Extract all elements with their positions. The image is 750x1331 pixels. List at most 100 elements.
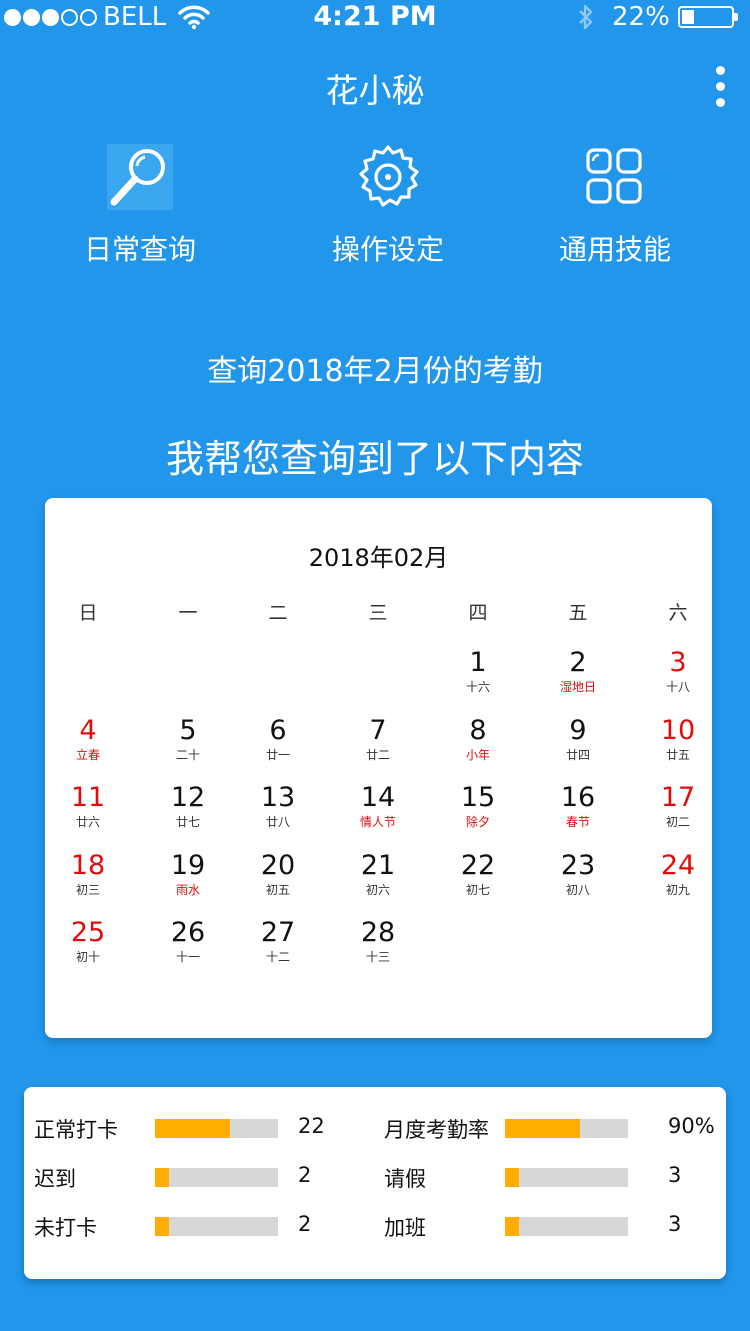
day-number: 18 [70, 849, 106, 881]
day-number: 5 [179, 714, 197, 746]
stat-label: 未打卡 [34, 1216, 97, 1240]
stat-value: 2 [298, 1163, 312, 1187]
attendance-calendar: 2018年02月 日一二三四五六 1 十六 2 湿地日 3 十八 4 立春 5 二十 6 廿一 7 廿二 8 小… [45, 498, 712, 1038]
calendar-day[interactable]: 15 除夕 [435, 783, 521, 843]
weekday-header: 二 [268, 602, 288, 624]
day-number: 20 [260, 849, 296, 881]
stat-label: 请假 [384, 1167, 426, 1191]
calendar-day[interactable]: 21 初六 [335, 850, 421, 911]
calendar-day[interactable]: 16 春节 [535, 783, 621, 843]
battery-percent: 22% [612, 2, 670, 32]
lunar-date: 廿五 [665, 747, 690, 762]
calendar-day[interactable]: 19 雨水 [145, 850, 231, 911]
day-number: 3 [669, 647, 687, 678]
calendar-day[interactable]: 10 廿五 [635, 714, 721, 776]
calendar-day[interactable]: 18 初三 [45, 849, 131, 911]
calendar-day[interactable]: 1 十六 [435, 648, 521, 708]
day-number: 14 [360, 782, 396, 813]
calendar-day[interactable]: 3 十八 [635, 648, 721, 708]
lunar-date: 初九 [665, 882, 690, 897]
calendar-day[interactable]: 22 初七 [435, 849, 521, 911]
calendar-day[interactable]: 7 廿二 [335, 715, 421, 776]
calendar-day[interactable]: 9 廿四 [535, 714, 621, 776]
day-number: 23 [560, 849, 596, 881]
weekday-header: 一 [178, 602, 198, 624]
day-number: 1 [469, 647, 487, 678]
calendar-day[interactable]: 26 十一 [145, 918, 231, 978]
calendar-day[interactable]: 12 廿七 [145, 783, 231, 843]
shortcut-label: 操作设定 [331, 233, 444, 266]
calendar-day[interactable]: 11 廿六 [45, 783, 131, 843]
stat-label: 正常打卡 [34, 1118, 118, 1142]
stat-bar-track [505, 1217, 628, 1236]
day-number: 8 [469, 714, 487, 746]
lunar-date: 初七 [465, 882, 490, 897]
festival-label: 除夕 [465, 815, 490, 829]
festival-label: 春节 [565, 815, 590, 829]
stat-label: 加班 [384, 1216, 426, 1240]
gear-icon [355, 144, 421, 210]
stat-row: 月度考勤率 90% [384, 1114, 724, 1144]
calendar-day[interactable]: 8 小年 [435, 714, 521, 776]
lunar-date: 初十 [75, 950, 100, 964]
calendar-day[interactable]: 5 二十 [145, 714, 231, 776]
lunar-date: 初八 [565, 882, 590, 897]
day-number: 27 [260, 917, 296, 948]
app-title: 花小秘 [325, 71, 425, 110]
festival-label: 情人节 [359, 815, 396, 829]
stat-value: 90% [668, 1114, 715, 1138]
calendar-day[interactable]: 2 湿地日 [535, 648, 621, 708]
day-number: 4 [79, 714, 97, 746]
lunar-date: 十一 [175, 950, 200, 964]
stat-label: 迟到 [34, 1167, 76, 1191]
lunar-date: 廿八 [265, 815, 290, 829]
stat-bar-track [155, 1168, 278, 1187]
day-number: 10 [660, 714, 696, 746]
calendar-day[interactable]: 6 廿一 [235, 714, 321, 776]
calendar-day[interactable]: 17 初二 [635, 783, 721, 843]
calendar-day[interactable]: 25 初十 [45, 918, 131, 978]
day-number: 2 [569, 647, 587, 678]
calendar-day[interactable]: 13 廿八 [235, 783, 321, 843]
stat-row: 迟到 2 [34, 1163, 374, 1193]
festival-label: 立春 [75, 747, 100, 762]
shortcut-operation-settings[interactable]: 操作设定 [288, 144, 488, 268]
day-number: 15 [460, 782, 496, 813]
stat-bar-fill [155, 1168, 169, 1187]
stat-bar-fill [505, 1168, 519, 1187]
lunar-date: 初二 [665, 815, 690, 829]
attendance-stats-card: 正常打卡 22 迟到 2 未打卡 2 月度考勤率 90% 请假 3 加班 3 [24, 1087, 726, 1279]
day-number: 9 [569, 714, 587, 746]
shortcut-daily-query[interactable]: 日常查询 [40, 144, 240, 268]
stat-bar-track [505, 1119, 628, 1138]
calendar-day[interactable]: 24 初九 [635, 850, 721, 911]
calendar-day[interactable]: 14 情人节 [335, 783, 421, 843]
shortcut-label: 日常查询 [83, 233, 196, 266]
festival-label: 湿地日 [559, 680, 596, 694]
calendar-day[interactable]: 4 立春 [45, 714, 131, 776]
calendar-month-title: 2018年02月 [308, 544, 449, 572]
day-number: 22 [460, 849, 496, 881]
day-number: 11 [70, 782, 106, 813]
stat-bar-fill [155, 1119, 230, 1138]
lunar-date: 二十 [175, 747, 200, 762]
grid-icon [582, 144, 648, 210]
lunar-date: 十二 [265, 950, 290, 964]
day-number: 6 [269, 714, 287, 746]
calendar-day[interactable]: 28 十三 [335, 918, 421, 978]
day-number: 16 [560, 782, 596, 813]
stat-row: 加班 3 [384, 1212, 724, 1242]
stat-bar-track [505, 1168, 628, 1187]
more-vertical-icon[interactable] [715, 66, 727, 107]
calendar-day[interactable]: 23 初八 [535, 849, 621, 911]
stat-value: 3 [668, 1163, 682, 1187]
shortcut-general-skills[interactable]: 通用技能 [515, 144, 715, 268]
stat-value: 22 [298, 1114, 325, 1138]
lunar-date: 廿一 [265, 747, 290, 762]
festival-label: 雨水 [175, 882, 200, 897]
lunar-date: 初三 [75, 882, 100, 897]
calendar-day[interactable]: 27 十二 [235, 918, 321, 978]
day-number: 12 [170, 782, 206, 813]
calendar-day[interactable]: 20 初五 [235, 849, 321, 911]
stat-label: 月度考勤率 [384, 1118, 489, 1142]
